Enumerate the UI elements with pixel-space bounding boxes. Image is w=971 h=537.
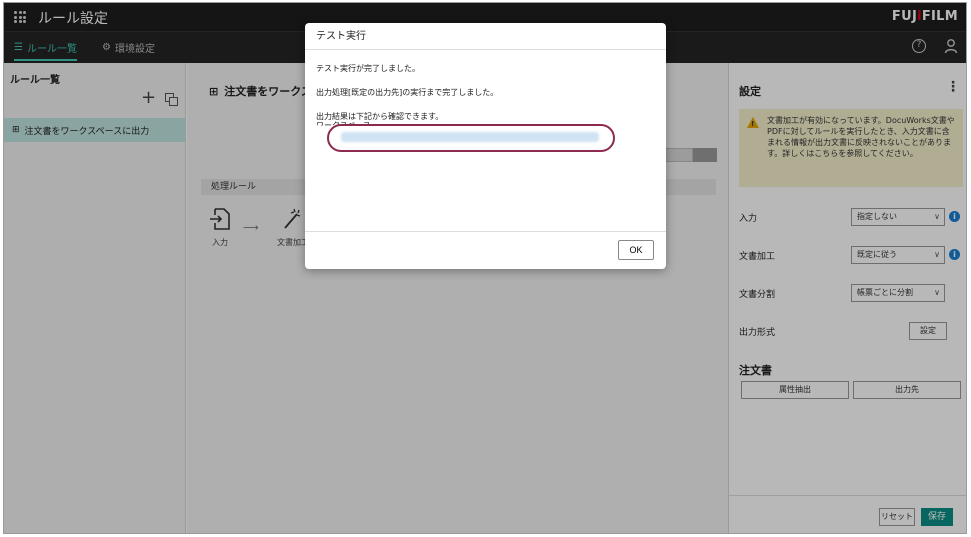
result-link[interactable] (341, 132, 599, 142)
test-run-dialog: テスト実行 テスト実行が完了しました。 出力処理[既定の出力先]の実行まで完了し… (305, 23, 666, 269)
dialog-footer: OK (305, 231, 666, 269)
ok-button[interactable]: OK (618, 240, 654, 260)
dialog-message-complete: テスト実行が完了しました。 (316, 64, 420, 73)
dialog-title: テスト実行 (305, 23, 666, 50)
result-link-highlight[interactable] (327, 124, 615, 152)
app-window: ルール設定 FUJiFILM ☰ ルール一覧 ⚙ 環境設定 ? ルール一覧 + … (3, 2, 967, 534)
dialog-message-output: 出力処理[既定の出力先]の実行まで完了しました。 (316, 88, 499, 97)
